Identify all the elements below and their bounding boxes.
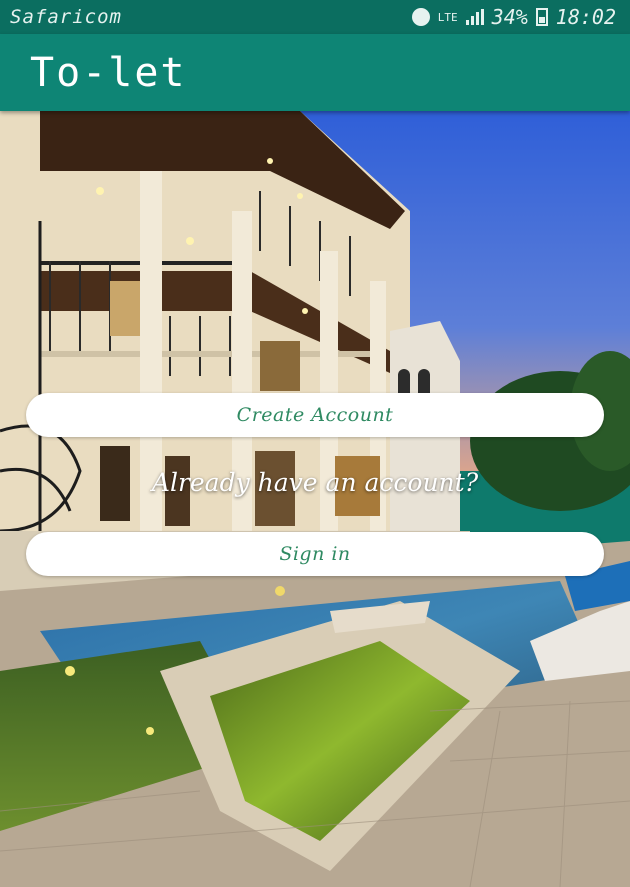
battery-icon <box>535 8 548 26</box>
create-account-button[interactable]: Create Account <box>26 393 604 437</box>
sign-in-button[interactable]: Sign in <box>26 532 604 576</box>
villa-pool-illustration <box>0 111 630 887</box>
clock: 18:02 <box>555 5 616 29</box>
alarm-icon <box>411 8 430 26</box>
app-bar: To-let <box>0 34 630 111</box>
already-have-account-text: Already have an account? <box>151 468 479 497</box>
app-title: To-let <box>30 49 187 96</box>
signal-icon <box>465 9 484 25</box>
network-type: LTE <box>437 10 458 24</box>
background-photo <box>0 111 630 887</box>
battery-percent: 34% <box>491 5 528 29</box>
status-icons: LTE 34% 18:02 <box>411 5 616 29</box>
carrier-name: Safaricom <box>10 6 122 28</box>
status-bar: Safaricom LTE 34% 18:02 <box>0 0 630 34</box>
